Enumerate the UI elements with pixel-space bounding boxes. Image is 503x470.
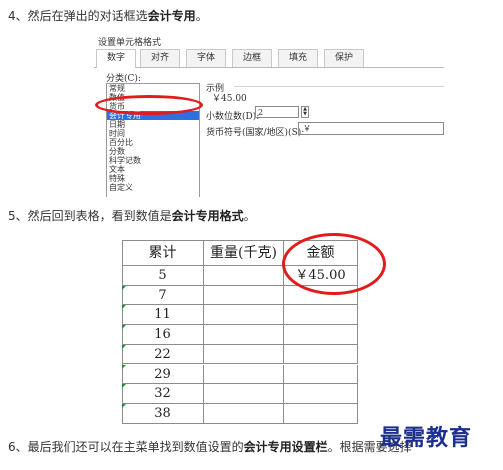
category-item[interactable]: 科学记数 (107, 156, 199, 165)
tab-0[interactable]: 数字 (96, 49, 136, 68)
category-item[interactable]: 文本 (107, 165, 199, 174)
weight-cell[interactable] (204, 285, 284, 306)
decimal-places-input[interactable]: 2 (255, 106, 299, 118)
step-6-bold: 会计专用设置栏 (243, 440, 328, 454)
category-item[interactable]: 百分比 (107, 138, 199, 147)
weight-cell[interactable] (204, 266, 284, 286)
step-4-prefix: 4、然后在弹出的对话框选 (8, 9, 148, 23)
amount-cell[interactable] (284, 305, 358, 326)
weight-cell[interactable] (204, 305, 284, 326)
currency-symbol-select[interactable]: ￥ (298, 122, 444, 135)
category-item[interactable]: 常规 (107, 84, 199, 93)
amount-cell[interactable] (284, 403, 358, 424)
dialog-title: 设置单元格格式 (98, 38, 162, 48)
format-cells-dialog: 设置单元格格式 数字 对齐 字体 边框 填充 保护 分类(C): 常规 数值 货币 会计专用 日期… (94, 29, 444, 197)
amount-cell[interactable] (284, 364, 358, 385)
tab-2[interactable]: 字体 (186, 49, 226, 67)
cumulative-cell[interactable]: 16 (122, 325, 204, 345)
cumulative-cell-text: 11 (154, 307, 171, 323)
highlight-circle (282, 233, 386, 295)
error-indicator-icon (122, 344, 126, 349)
cumulative-cell[interactable]: 7 (122, 285, 204, 306)
error-indicator-icon (122, 384, 126, 389)
category-item[interactable]: 日期 (107, 120, 199, 129)
cumulative-cell-text: 29 (154, 366, 171, 382)
watermark-logo: 最需教育 (380, 425, 473, 451)
decimal-places-label: 小数位数(D): (206, 112, 260, 122)
weight-cell[interactable] (204, 403, 284, 424)
weight-cell[interactable] (204, 364, 284, 385)
tab-3[interactable]: 边框 (232, 49, 272, 67)
error-indicator-icon (122, 364, 126, 369)
spin-down-icon[interactable]: ▼ (303, 111, 307, 117)
category-item[interactable]: 分数 (107, 147, 199, 156)
cumulative-cell[interactable]: 38 (122, 403, 204, 424)
cumulative-cell-text: 22 (154, 346, 171, 362)
decimal-spinner[interactable]: ▲ ▼ (301, 106, 309, 118)
header-cell-1-text: 重量(千克) (210, 245, 277, 261)
amount-cell[interactable] (284, 344, 358, 365)
error-indicator-icon (122, 403, 126, 408)
sample-value: ￥45.00 (212, 94, 247, 104)
step-5-bold: 会计专用格式 (171, 209, 244, 223)
category-item[interactable]: 自定义 (107, 183, 199, 192)
cumulative-cell[interactable]: 11 (122, 305, 204, 326)
highlight-ellipse (95, 95, 203, 115)
step-6-text: 6、最后我们还可以在主菜单找到数值设置的会计专用设置栏。根据需要选择 (8, 439, 412, 455)
cumulative-cell-text: 7 (158, 287, 167, 303)
tab-5[interactable]: 保护 (324, 49, 364, 67)
category-item[interactable]: 时间 (107, 129, 199, 138)
amount-cell[interactable] (284, 325, 358, 345)
tab-1[interactable]: 对齐 (140, 49, 180, 67)
error-indicator-icon (122, 325, 126, 330)
error-indicator-icon (122, 285, 126, 290)
weight-cell[interactable] (204, 384, 284, 404)
currency-symbol-label: 货币符号(国家/地区)(S): (206, 128, 305, 138)
header-cell-1[interactable]: 重量(千克) (204, 240, 284, 266)
step-4-bold: 会计专用 (147, 9, 196, 23)
dialog-tabs: 数字 对齐 字体 边框 填充 保护 (94, 49, 444, 68)
cumulative-cell-text: 5 (158, 268, 167, 283)
cumulative-cell[interactable]: 22 (122, 344, 204, 365)
cumulative-cell-text: 16 (154, 327, 171, 343)
step-6-prefix: 6、最后我们还可以在主菜单找到数值设置的 (8, 440, 244, 454)
header-cell-0-text: 累计 (148, 245, 177, 261)
weight-cell[interactable] (204, 344, 284, 365)
tab-4[interactable]: 填充 (278, 49, 318, 67)
sample-divider (234, 86, 444, 87)
cumulative-cell[interactable]: 29 (122, 364, 204, 385)
step-4-suffix: 。 (195, 9, 208, 23)
cumulative-cell-text: 32 (154, 386, 171, 402)
header-cell-0[interactable]: 累计 (122, 240, 204, 266)
amount-cell[interactable] (284, 384, 358, 404)
step-5-suffix: 。 (243, 209, 256, 223)
step-5-text: 5、然后回到表格，看到数值是会计专用格式。 (8, 208, 256, 224)
error-indicator-icon (122, 305, 126, 310)
cumulative-cell[interactable]: 5 (122, 266, 204, 286)
category-item[interactable]: 特殊 (107, 174, 199, 183)
cumulative-cell[interactable]: 32 (122, 384, 204, 404)
step-4-text: 4、然后在弹出的对话框选会计专用。 (8, 8, 208, 24)
cumulative-cell-text: 38 (154, 405, 171, 421)
weight-cell[interactable] (204, 325, 284, 345)
step-5-prefix: 5、然后回到表格，看到数值是 (8, 209, 172, 223)
